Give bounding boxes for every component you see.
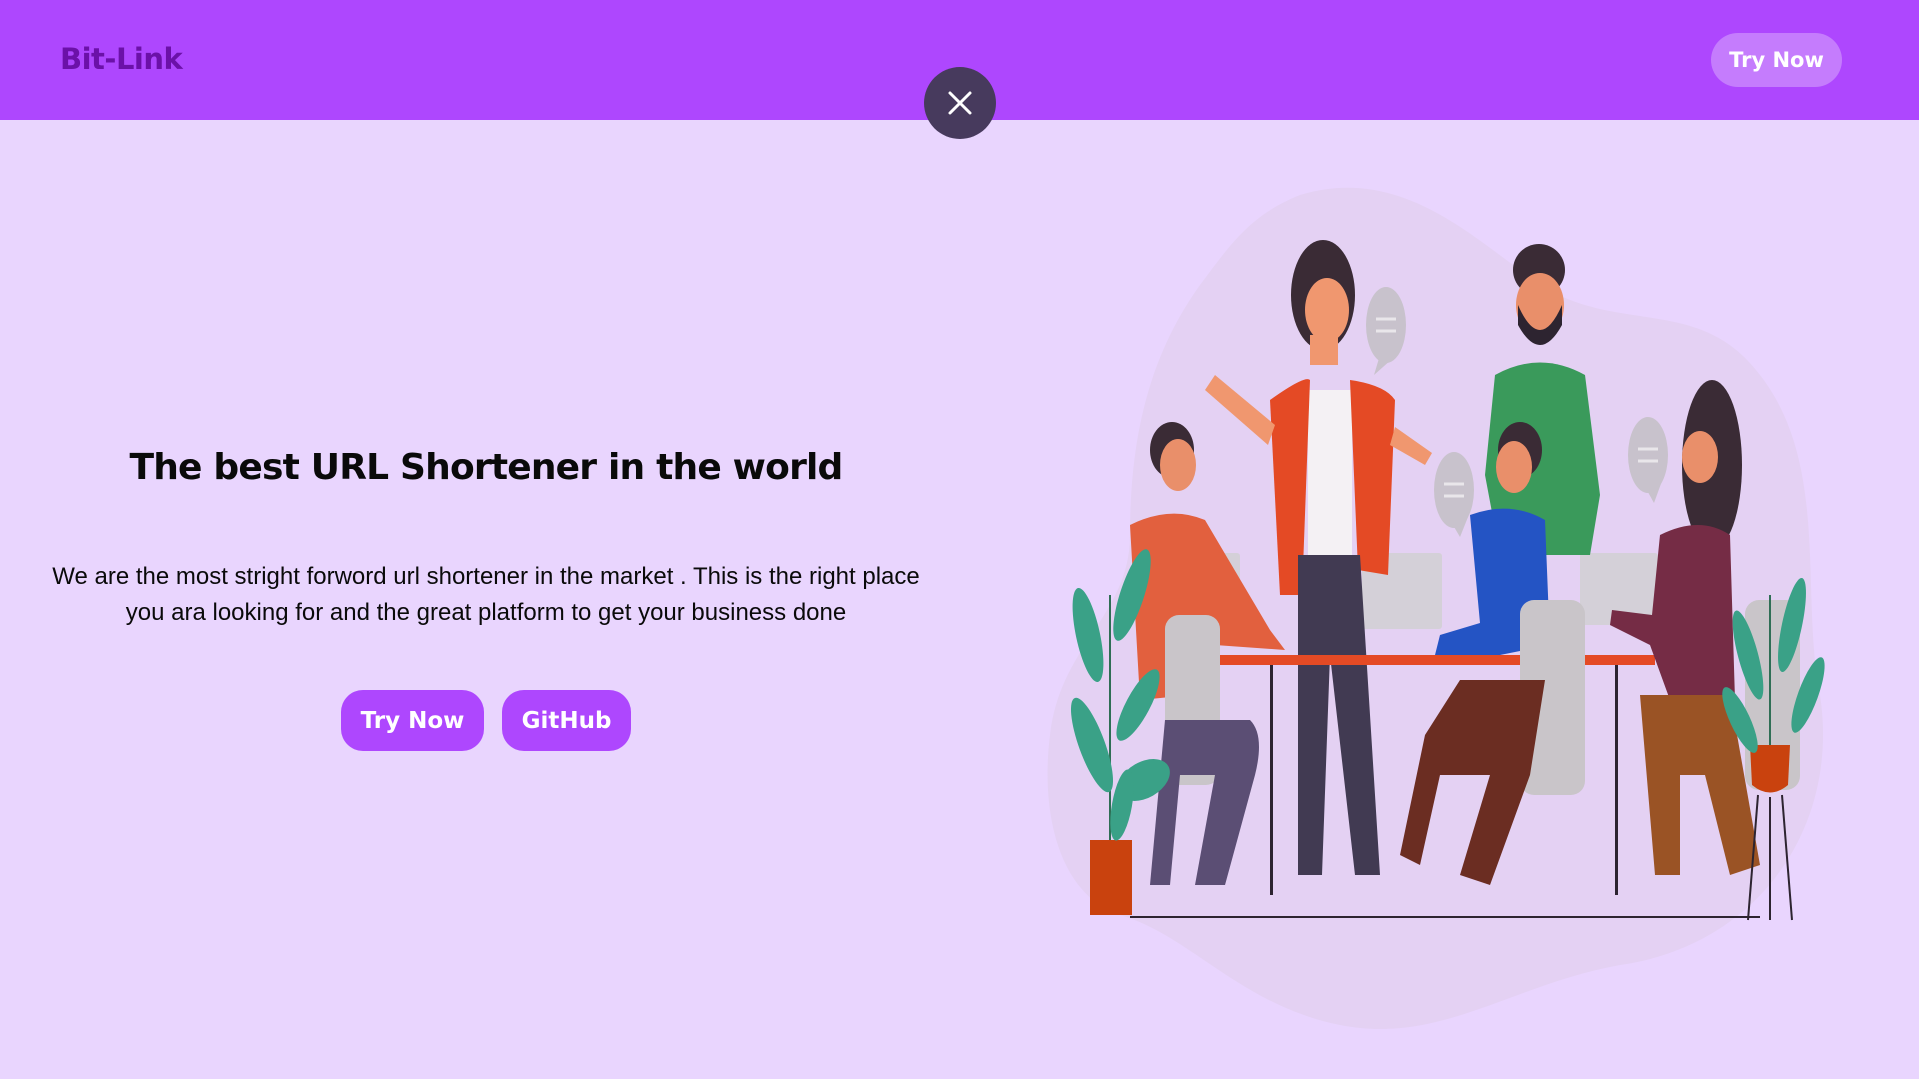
nav-try-now-button[interactable]: Try Now <box>1711 33 1842 87</box>
close-button[interactable] <box>924 67 996 139</box>
hero-description-line-2: you ara looking for and the great platfo… <box>125 599 847 626</box>
brand-logo[interactable]: Bit-Link <box>60 42 183 76</box>
hero-try-now-button[interactable]: Try Now <box>341 690 484 751</box>
close-icon <box>948 91 972 115</box>
hero-description: We are the most stright forword url shor… <box>28 559 944 631</box>
team-meeting-illustration <box>1047 187 1825 1030</box>
hero-description-line-1: We are the most stright forword url shor… <box>52 563 920 590</box>
hero-title: The best URL Shortener in the world <box>129 447 843 488</box>
hero-github-button[interactable]: GitHub <box>502 690 631 751</box>
